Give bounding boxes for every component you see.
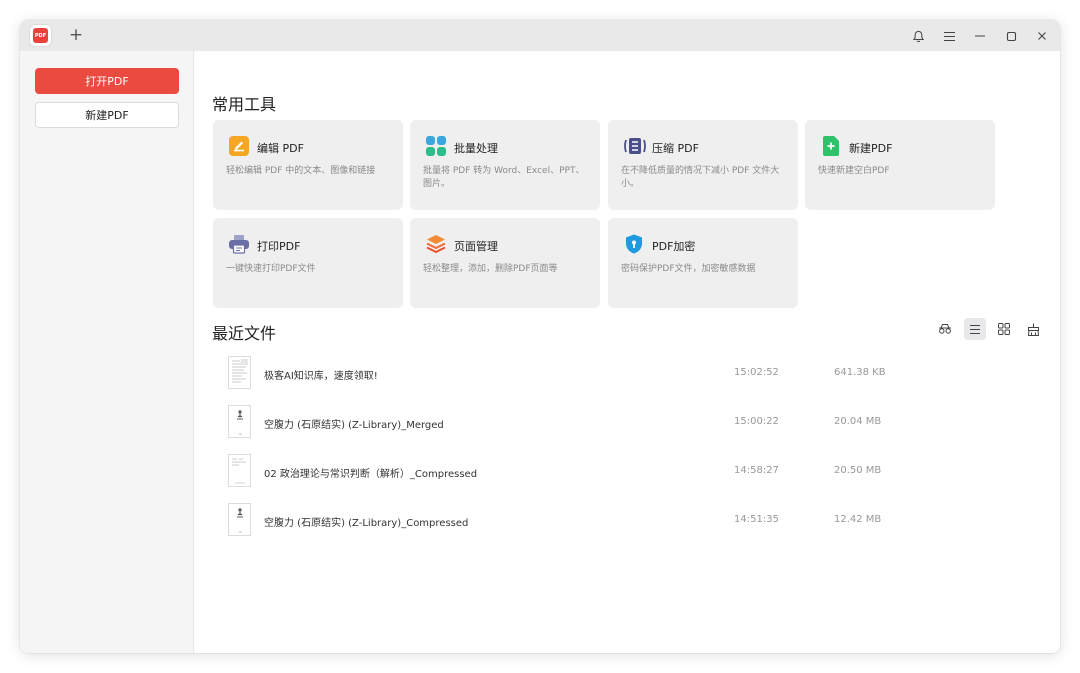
tool-name: 新建PDF (849, 142, 893, 155)
tool-card-page-manage[interactable]: 页面管理 轻松整理，添加，删除PDF页面等 (410, 218, 600, 308)
file-name: 空腹力 (石原结实) (Z-Library)_Compressed (264, 518, 469, 529)
tool-name: 页面管理 (454, 240, 498, 253)
tool-desc: 在不降低质量的情况下减小 PDF 文件大小。 (621, 166, 780, 189)
close-icon[interactable] (1032, 26, 1052, 46)
app-logo: PDF (30, 25, 51, 46)
tool-card-new-pdf[interactable]: 新建PDF 快速新建空白PDF (805, 120, 995, 210)
grid-view-icon[interactable] (993, 318, 1015, 340)
file-thumbnail (228, 405, 251, 438)
compress-pdf-icon (624, 136, 646, 156)
tool-desc: 快速新建空白PDF (818, 166, 890, 176)
file-size: 20.50 MB (834, 465, 882, 476)
tool-card-pdf-encrypt[interactable]: PDF加密 密码保护PDF文件，加密敏感数据 (608, 218, 798, 308)
file-name: 02 政治理论与常识判断（解析）_Compressed (264, 469, 478, 480)
recent-section-title: 最近文件 (212, 324, 277, 343)
app-window: PDF + 打开PDF 新建PDF 常用工具 编辑 PDF 轻松编辑 PDF 中… (20, 20, 1060, 653)
tool-card-compress-pdf[interactable]: 压缩 PDF 在不降低质量的情况下减小 PDF 文件大小。 (608, 120, 798, 210)
tool-name: PDF加密 (652, 240, 696, 253)
print-pdf-icon (229, 234, 249, 254)
clean-icon[interactable] (1022, 318, 1044, 340)
tool-name: 编辑 PDF (257, 142, 304, 155)
maximize-icon[interactable] (1001, 26, 1021, 46)
title-bar: PDF + (20, 20, 1060, 51)
tool-desc: 轻松编辑 PDF 中的文本、图像和链接 (226, 166, 376, 176)
tool-name: 压缩 PDF (652, 142, 699, 155)
file-size: 12.42 MB (834, 514, 882, 525)
glasses-icon[interactable] (934, 318, 956, 340)
file-time: 15:02:52 (734, 367, 779, 378)
file-size: 641.38 KB (834, 367, 886, 378)
tools-section-title: 常用工具 (212, 95, 277, 114)
file-size: 20.04 MB (834, 416, 882, 427)
tool-desc: 密码保护PDF文件，加密敏感数据 (621, 264, 756, 274)
batch-process-icon (426, 136, 446, 156)
pdf-encrypt-icon (624, 234, 644, 254)
new-tab-button[interactable]: + (66, 25, 86, 45)
tool-card-edit-pdf[interactable]: 编辑 PDF 轻松编辑 PDF 中的文本、图像和链接 (213, 120, 403, 210)
tool-desc: 一键快速打印PDF文件 (226, 264, 316, 274)
tool-desc: 轻松整理，添加，删除PDF页面等 (423, 264, 558, 274)
main-panel: 常用工具 编辑 PDF 轻松编辑 PDF 中的文本、图像和链接 批量处理 批量将… (195, 51, 1060, 653)
app-logo-text: PDF (33, 28, 48, 43)
tool-card-print-pdf[interactable]: 打印PDF 一键快速打印PDF文件 (213, 218, 403, 308)
tool-desc: 批量将 PDF 转为 Word、Excel、PPT、图片。 (423, 166, 585, 189)
minimize-icon[interactable] (970, 26, 990, 46)
list-view-icon[interactable] (964, 318, 986, 340)
bell-icon[interactable] (908, 26, 928, 46)
file-time: 14:58:27 (734, 465, 779, 476)
menu-icon[interactable] (939, 26, 959, 46)
file-row[interactable]: 02 政治理论与常识判断（解析）_Compressed 14:58:27 20.… (225, 452, 1045, 492)
file-name: 极客AI知识库，速度领取! (264, 371, 378, 382)
tool-name: 批量处理 (454, 142, 498, 155)
file-row[interactable]: 极客AI知识库，速度领取! 15:02:52 641.38 KB (225, 354, 1045, 394)
edit-pdf-icon (229, 136, 249, 156)
tool-card-batch-process[interactable]: 批量处理 批量将 PDF 转为 Word、Excel、PPT、图片。 (410, 120, 600, 210)
tool-name: 打印PDF (257, 240, 301, 253)
open-pdf-button[interactable]: 打开PDF (35, 68, 179, 94)
file-thumbnail (228, 503, 251, 536)
file-row[interactable]: 空腹力 (石原结实) (Z-Library)_Merged 15:00:22 2… (225, 403, 1045, 443)
new-pdf-button[interactable]: 新建PDF (35, 102, 179, 128)
sidebar: 打开PDF 新建PDF (20, 51, 194, 653)
page-manage-icon (426, 234, 446, 254)
new-pdf-icon (821, 136, 841, 156)
file-time: 15:00:22 (734, 416, 779, 427)
file-time: 14:51:35 (734, 514, 779, 525)
file-name: 空腹力 (石原结实) (Z-Library)_Merged (264, 420, 444, 431)
file-thumbnail (228, 454, 251, 487)
file-thumbnail (228, 356, 251, 389)
file-row[interactable]: 空腹力 (石原结实) (Z-Library)_Compressed 14:51:… (225, 501, 1045, 541)
